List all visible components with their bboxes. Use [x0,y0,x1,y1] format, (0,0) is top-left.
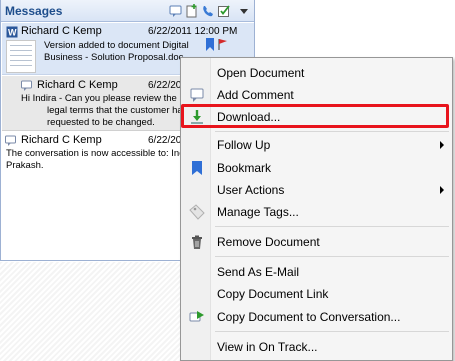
message-body-line: Version added to document Digital [44,40,189,51]
menu-item-send-as-email[interactable]: Send As E-Mail [182,261,452,283]
context-menu: Open Document Add Comment Download... Fo… [180,57,453,361]
submenu-arrow-icon [440,186,444,194]
menu-item-follow-up[interactable]: Follow Up [182,134,452,156]
chevron-down-icon[interactable] [237,4,251,18]
background-pattern [0,262,180,361]
message-author: Richard C Kemp [21,134,102,146]
menu-item-label: View in On Track... [217,340,318,354]
menu-item-user-actions[interactable]: User Actions [182,179,452,201]
menu-item-label: Bookmark [217,161,272,175]
bookmark-icon[interactable] [205,38,215,52]
menu-item-bookmark[interactable]: Bookmark [182,157,452,179]
message-body-line: Business - Solution Proposal.doc. [44,52,187,63]
word-document-icon: W [6,26,18,38]
menu-item-label: Follow Up [217,138,271,152]
message-author: Richard C Kemp [37,79,118,91]
menu-item-label: Remove Document [217,235,320,249]
menu-item-label: Copy Document Link [217,287,329,301]
menu-separator [215,331,449,332]
menu-item-open-document[interactable]: Open Document [182,62,452,84]
document-thumbnail[interactable] [6,40,36,73]
menu-item-label: Open Document [217,66,305,80]
message-body: The conversation is now accessible to: I… [6,148,187,172]
menu-item-manage-tags[interactable]: Manage Tags... [182,201,452,223]
panel-header: Messages [1,0,254,22]
new-comment-icon[interactable] [169,4,183,18]
svg-text:W: W [8,28,17,38]
message-body-line: Prakash. [6,160,44,171]
comment-icon [5,135,17,147]
menu-item-view-in-on-track[interactable]: View in On Track... [182,336,452,358]
message-time: 6/22/2011 12:00 PM [148,26,238,37]
flag-icon[interactable] [217,38,229,50]
comment-icon [21,80,33,92]
submenu-arrow-icon [440,141,444,149]
message-body: Hi Indira - Can you please review the le… [21,93,187,129]
menu-item-label: Add Comment [217,88,294,102]
menu-item-copy-document-link[interactable]: Copy Document Link [182,283,452,305]
message-body: Version added to document Digital Busine… [44,40,189,64]
menu-item-label: Manage Tags... [217,205,299,219]
menu-item-add-comment[interactable]: Add Comment [182,84,452,106]
menu-separator [215,131,449,132]
menu-item-label: User Actions [217,183,285,197]
menu-item-label: Send As E-Mail [217,265,300,279]
message-body-line: requested to be changed. [47,117,155,128]
menu-item-remove-document[interactable]: Remove Document [182,231,452,253]
menu-separator [215,256,449,257]
message-body-line: Hi Indira - Can you please review the [21,93,177,104]
tag-icon [189,204,205,220]
task-icon[interactable] [217,4,231,18]
menu-item-copy-to-conversation[interactable]: Copy Document to Conversation... [182,306,452,328]
trash-icon [189,234,205,250]
add-document-icon[interactable] [185,4,199,18]
menu-separator [215,226,449,227]
bookmark-icon [189,160,205,176]
phone-icon[interactable] [201,4,215,18]
panel-title: Messages [5,4,63,18]
message-body-line: The conversation is now accessible to: I… [6,148,187,159]
menu-item-label: Copy Document to Conversation... [217,310,401,324]
copy-to-conversation-icon [189,309,205,325]
comment-icon [189,87,205,103]
message-author: Richard C Kemp [21,25,102,37]
download-highlight-box [181,104,449,128]
message-body-line: legal terms that the customer has [47,105,188,116]
